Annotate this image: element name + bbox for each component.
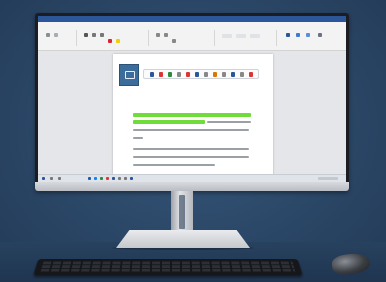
toolbar-icon: [239, 71, 244, 77]
monitor-stand-neck: [171, 191, 193, 235]
word-ribbon: [38, 22, 346, 51]
style-title-icon: [250, 34, 260, 38]
ribbon-group-font: [78, 30, 149, 46]
text-line: [133, 156, 249, 158]
editor-icon: [306, 33, 310, 37]
start-icon: [42, 177, 45, 180]
photo-scene: [0, 0, 386, 282]
taskbar-icon: [112, 177, 115, 180]
addins-icon: [318, 33, 322, 37]
align-icon: [172, 39, 176, 43]
numbering-icon: [164, 33, 168, 37]
taskbar-icon: [88, 177, 91, 180]
toolbar-icon: [167, 71, 172, 77]
taskbar-icon: [94, 177, 97, 180]
key-row: [42, 261, 294, 265]
taskbar-icon: [106, 177, 109, 180]
ribbon-group-styles: [216, 30, 277, 46]
taskbar-icon: [50, 177, 53, 180]
style-heading-icon: [236, 34, 246, 38]
style-normal-icon: [222, 34, 232, 38]
text-line: [133, 164, 215, 166]
text-line: [133, 129, 249, 131]
floating-toolbar: [143, 69, 259, 79]
toolbar-icon: [248, 71, 253, 77]
cut-icon: [54, 33, 58, 37]
dictate-icon: [296, 33, 300, 37]
bold-icon: [84, 33, 88, 37]
monitor-bezel: [35, 182, 349, 191]
toolbar-icon: [176, 71, 181, 77]
toolbar-icon: [203, 71, 208, 77]
bullets-icon: [156, 33, 160, 37]
highlighted-text-line: [133, 120, 205, 124]
toolbar-icon: [194, 71, 199, 77]
taskbar-icon: [100, 177, 103, 180]
taskbar-icon: [58, 177, 61, 180]
taskbar-icon: [130, 177, 133, 180]
system-tray: [318, 177, 338, 180]
monitor-stand-base: [116, 230, 250, 248]
text-line: [207, 121, 251, 123]
taskbar-icon: [118, 177, 121, 180]
toolbar-icon: [158, 71, 163, 77]
highlight-color-icon: [116, 39, 120, 43]
taskbar: [38, 174, 346, 182]
italic-icon: [92, 33, 96, 37]
key-row: [40, 268, 296, 272]
find-icon: [286, 33, 290, 37]
underline-icon: [100, 33, 104, 37]
toolbar-icon: [212, 71, 217, 77]
toolbar-icon: [221, 71, 226, 77]
toolbar-icon: [185, 71, 190, 77]
font-color-icon: [108, 39, 112, 43]
monitor: [35, 13, 349, 191]
highlighted-text-line: [133, 113, 251, 117]
paste-icon: [46, 33, 50, 37]
monitor-screen: [38, 16, 346, 182]
document-page: [113, 54, 273, 178]
document-canvas: [38, 51, 346, 178]
text-line: [133, 137, 143, 139]
toolbar-icon: [230, 71, 235, 77]
text-line: [133, 148, 249, 150]
keyboard-icon: [33, 258, 303, 276]
taskbar-icon: [124, 177, 127, 180]
key-row: [41, 265, 295, 268]
document-logo-icon: [119, 64, 139, 86]
toolbar-icon: [149, 71, 154, 77]
